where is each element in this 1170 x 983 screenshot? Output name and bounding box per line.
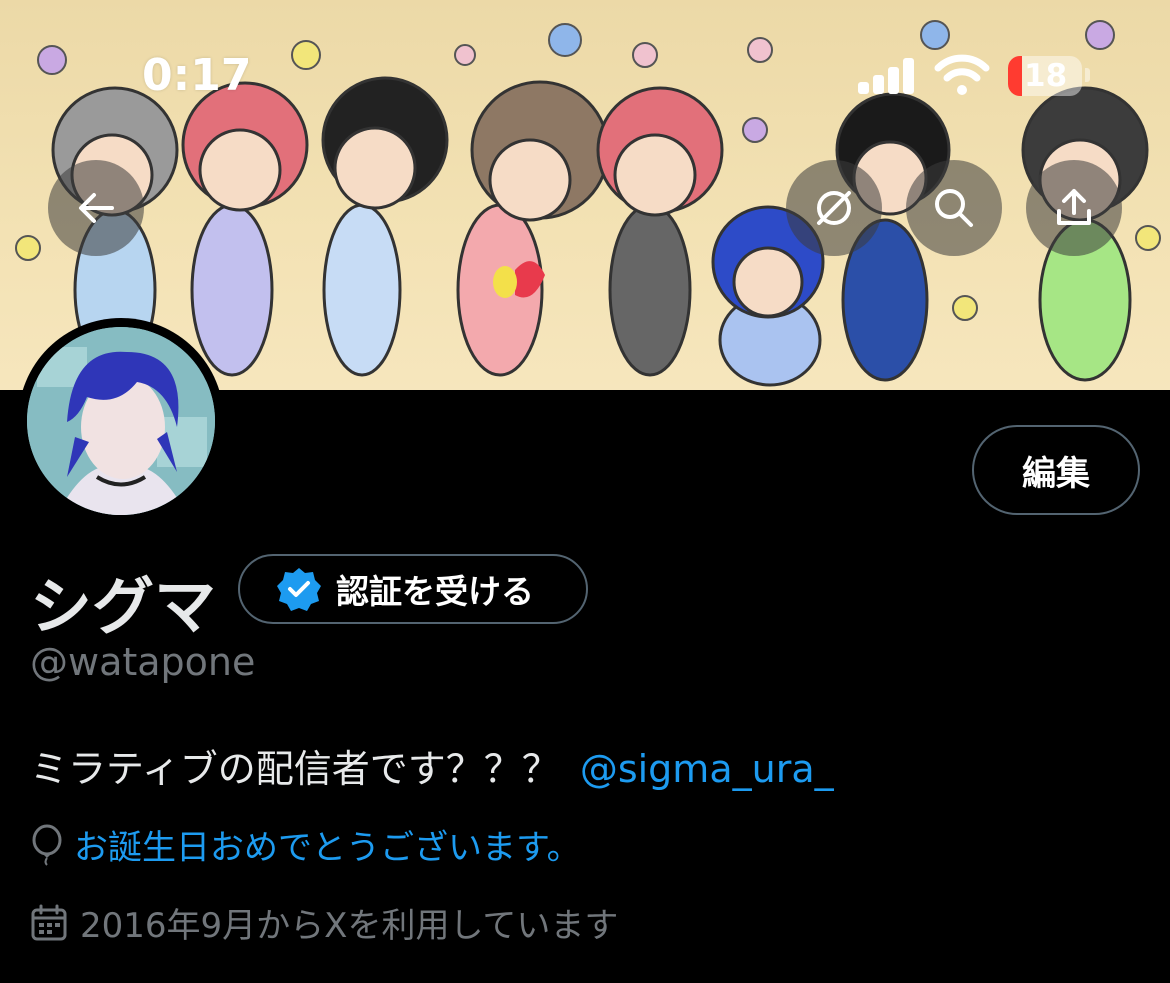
- balloon-icon: [32, 824, 62, 866]
- verified-badge-icon: [277, 568, 321, 611]
- back-button[interactable]: [48, 160, 144, 256]
- birthday-row: お誕生日おめでとうございます。: [30, 820, 581, 869]
- user-handle: @watapone: [30, 640, 256, 684]
- get-verified-label: 認証を受ける: [336, 572, 534, 611]
- profile-banner[interactable]: 0:17 18: [0, 0, 1170, 390]
- cellular-signal-icon: [858, 58, 916, 94]
- avatar[interactable]: [18, 318, 224, 524]
- avatar-image: [27, 327, 215, 515]
- edit-profile-button[interactable]: 編集: [972, 425, 1140, 515]
- get-verified-button[interactable]: 認証を受ける: [238, 554, 588, 624]
- join-date-text: 2016年9月からXを利用しています: [80, 906, 619, 946]
- join-date-row: 2016年9月からXを利用しています: [30, 898, 618, 947]
- calendar-icon: [31, 904, 67, 940]
- birthday-link[interactable]: お誕生日おめでとうございます。: [74, 820, 581, 869]
- share-button[interactable]: [1026, 160, 1122, 256]
- display-name: シグマ: [30, 570, 217, 643]
- arrow-left-icon: [79, 193, 114, 223]
- battery-icon: 18: [1008, 56, 1082, 96]
- grok-button[interactable]: [786, 160, 882, 256]
- grok-icon: [817, 191, 851, 225]
- profile-bio: ミラティブの配信者です？？？ @sigma_ura_: [30, 738, 834, 793]
- battery-tip: [1085, 68, 1090, 82]
- wifi-icon: [934, 54, 990, 95]
- status-bar: 0:17 18: [0, 0, 1170, 150]
- bio-mention-link[interactable]: @sigma_ura_: [580, 747, 834, 791]
- bio-text: ミラティブの配信者です？？？: [30, 747, 560, 791]
- share-icon: [1057, 189, 1091, 225]
- search-icon: [935, 189, 973, 227]
- search-button[interactable]: [906, 160, 1002, 256]
- battery-level: 18: [1024, 58, 1068, 94]
- status-time: 0:17: [142, 50, 252, 101]
